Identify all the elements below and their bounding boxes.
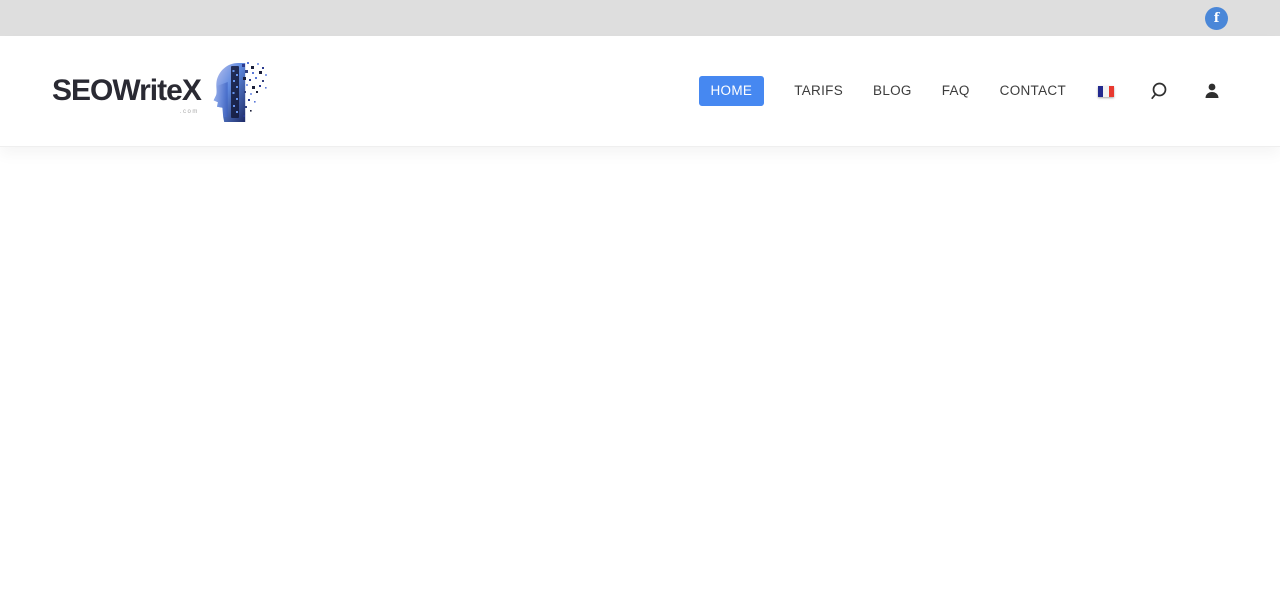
ai-head-image [213,62,267,122]
logo[interactable]: SEOWriteX .com [52,60,269,122]
search-icon[interactable] [1150,81,1171,102]
nav-item-home[interactable]: HOME [698,76,765,106]
logo-text: SEOWriteX [52,74,202,107]
nav-item-tarifs[interactable]: TARIFS [794,84,843,98]
topbar: f [0,0,1280,36]
logo-suffix: .com [179,109,199,115]
page-body [0,146,1280,600]
logo-text-wrap: SEOWriteX .com [52,74,202,116]
main-nav: HOME TARIFS BLOG FAQ CONTACT [698,76,1222,106]
nav-item-contact[interactable]: CONTACT [1000,84,1066,98]
site-header: SEOWriteX .com HOME TARIFS BLOG FAQ CONT… [0,36,1280,146]
user-icon[interactable] [1203,82,1221,100]
french-flag-icon[interactable] [1098,85,1114,97]
nav-item-faq[interactable]: FAQ [942,84,970,98]
facebook-icon[interactable]: f [1205,6,1228,30]
nav-item-blog[interactable]: BLOG [873,84,912,98]
